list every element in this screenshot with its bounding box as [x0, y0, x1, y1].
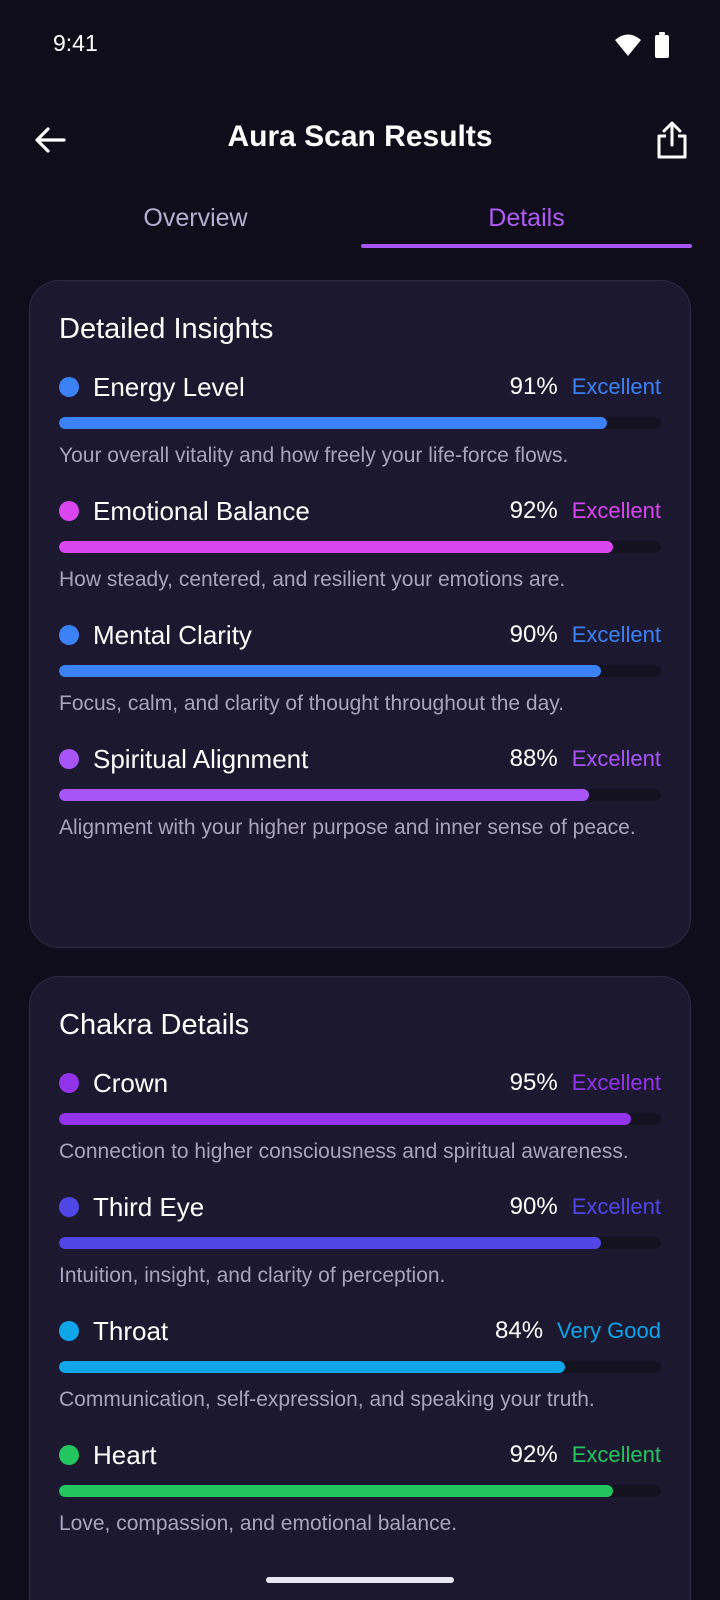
indicator-dot — [59, 749, 79, 769]
progress-track — [59, 1485, 661, 1497]
metric-name: Spiritual Alignment — [93, 743, 309, 774]
indicator-dot — [59, 625, 79, 645]
app-bar: Aura Scan Results — [0, 100, 720, 180]
progress-fill — [59, 1113, 631, 1125]
metric-percent: 84% — [495, 1317, 544, 1344]
progress-fill — [59, 665, 601, 677]
metric-description: Your overall vitality and how freely you… — [59, 444, 569, 467]
metric-description: Alignment with your higher purpose and i… — [59, 816, 636, 839]
chakra-list: Crown 95% Excellent Connection to higher co… — [59, 1065, 661, 1539]
metric-rating: Excellent — [571, 1194, 661, 1219]
metric-percent: 91% — [509, 373, 558, 400]
detailed-insights-card: Detailed Insights Energy Level 91% Excelle… — [29, 280, 691, 948]
tab-bar: Overview Details — [30, 196, 692, 252]
battery-icon — [654, 32, 670, 63]
metric-header: Third Eye 90% Excellent — [59, 1189, 661, 1225]
metric-item: Energy Level 91% Excellent Your overall vit… — [59, 369, 661, 471]
home-indicator[interactable] — [266, 1577, 454, 1583]
progress-fill — [59, 1237, 601, 1249]
tab-overview[interactable]: Overview — [30, 196, 361, 252]
progress-track — [59, 1113, 661, 1125]
metric-header: Emotional Balance 92% Excellent — [59, 493, 661, 529]
metric-item: Crown 95% Excellent Connection to higher co… — [59, 1065, 661, 1167]
metric-percent: 88% — [509, 745, 558, 772]
insights-list: Energy Level 91% Excellent Your overall vit… — [59, 369, 661, 843]
metric-description: Intuition, insight, and clarity of perce… — [59, 1264, 446, 1287]
metric-percent: 90% — [509, 1193, 558, 1220]
progress-fill — [59, 1361, 565, 1373]
progress-track — [59, 665, 661, 677]
metric-header: Crown 95% Excellent — [59, 1065, 661, 1101]
metric-description: Communication, self-expression, and spea… — [59, 1388, 595, 1411]
metric-name: Mental Clarity — [93, 619, 252, 650]
indicator-dot — [59, 1073, 79, 1093]
progress-track — [59, 1361, 661, 1373]
metric-rating: Excellent — [571, 374, 661, 399]
metric-description: How steady, centered, and resilient your… — [59, 568, 566, 591]
metric-rating: Excellent — [571, 1070, 661, 1095]
progress-track — [59, 541, 661, 553]
metric-name: Heart — [93, 1439, 157, 1470]
metric-percent: 90% — [509, 621, 558, 648]
page-title: Aura Scan Results — [227, 120, 493, 153]
metric-name: Crown — [93, 1067, 169, 1098]
metric-rating: Excellent — [571, 622, 661, 647]
metric-header: Throat 84% Very Good — [59, 1313, 661, 1349]
indicator-dot — [59, 1321, 79, 1341]
metric-rating: Very Good — [557, 1318, 661, 1343]
metric-percent: 92% — [509, 497, 558, 524]
metric-item: Third Eye 90% Excellent Intuition, insight,… — [59, 1189, 661, 1291]
indicator-dot — [59, 501, 79, 521]
metric-name: Third Eye — [93, 1191, 205, 1222]
metric-name: Throat — [93, 1315, 169, 1346]
metric-rating: Excellent — [571, 746, 661, 771]
status-icons — [614, 32, 670, 63]
status-time: 9:41 — [53, 30, 98, 56]
progress-fill — [59, 789, 589, 801]
progress-track — [59, 789, 661, 801]
metric-description: Connection to higher consciousness and s… — [59, 1140, 629, 1163]
metric-name: Emotional Balance — [93, 495, 310, 526]
card-title: Chakra Details — [59, 1009, 250, 1041]
metric-rating: Excellent — [571, 498, 661, 523]
progress-track — [59, 417, 661, 429]
indicator-dot — [59, 1197, 79, 1217]
card-title: Detailed Insights — [59, 313, 274, 345]
metric-header: Energy Level 91% Excellent — [59, 369, 661, 405]
metric-description: Love, compassion, and emotional balance. — [59, 1512, 458, 1535]
metric-percent: 95% — [509, 1069, 558, 1096]
share-button[interactable] — [648, 116, 696, 164]
progress-fill — [59, 417, 607, 429]
status-bar: 9:41 — [0, 0, 720, 90]
metric-rating: Excellent — [571, 1442, 661, 1467]
indicator-dot — [59, 377, 79, 397]
metric-header: Mental Clarity 90% Excellent — [59, 617, 661, 653]
metric-item: Emotional Balance 92% Excellent How steady,… — [59, 493, 661, 595]
wifi-icon — [614, 33, 642, 62]
indicator-dot — [59, 1445, 79, 1465]
chakra-details-card: Chakra Details Crown 95% Excellent Connecti… — [29, 976, 691, 1600]
metric-item: Heart 92% Excellent Love, compassion, and e… — [59, 1437, 661, 1539]
metric-header: Heart 92% Excellent — [59, 1437, 661, 1473]
metric-header: Spiritual Alignment 88% Excellent — [59, 741, 661, 777]
tab-details[interactable]: Details — [361, 196, 692, 252]
metric-description: Focus, calm, and clarity of thought thro… — [59, 692, 565, 715]
metric-name: Energy Level — [93, 371, 245, 402]
progress-track — [59, 1237, 661, 1249]
metric-percent: 92% — [509, 1441, 558, 1468]
metric-item: Throat 84% Very Good Communication, self-ex… — [59, 1313, 661, 1415]
metric-item: Spiritual Alignment 88% Excellent Alignment… — [59, 741, 661, 843]
metric-item: Mental Clarity 90% Excellent Focus, calm, a… — [59, 617, 661, 719]
share-icon — [657, 121, 687, 159]
progress-fill — [59, 1485, 613, 1497]
progress-fill — [59, 541, 613, 553]
